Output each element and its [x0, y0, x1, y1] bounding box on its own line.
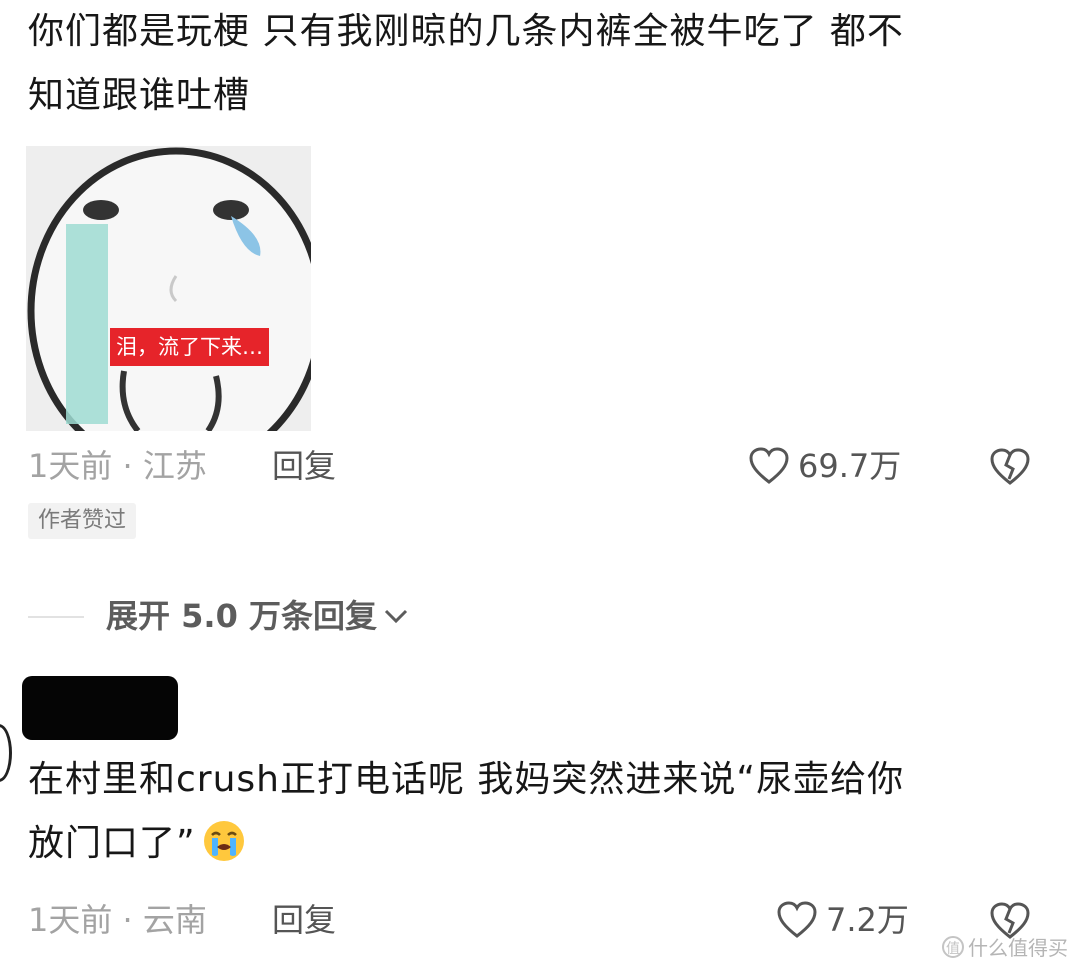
comment-1-like-button[interactable]: 69.7万: [748, 446, 901, 486]
expand-divider: [28, 616, 84, 618]
comment-2-like-count: 7.2万: [826, 901, 909, 939]
comment-2-line-2-text: 放门口了”: [28, 823, 196, 864]
comment-1-time-location: 1天前 · 江苏: [28, 447, 207, 485]
comment-1-like-count: 69.7万: [798, 447, 902, 485]
comment-1-dislike-button[interactable]: [988, 446, 1032, 490]
watermark: 值 什么值得买: [942, 932, 1068, 961]
watermark-logo-icon: 值: [942, 935, 964, 958]
crying-face-drawing: [26, 146, 311, 431]
chevron-down-icon: [384, 609, 408, 624]
heart-outline-icon: [777, 901, 817, 938]
comment-1-line-1: 你们都是玩梗 只有我刚晾的几条内裤全被牛吃了 都不: [28, 11, 904, 52]
expand-replies-button[interactable]: 展开 5.0 万条回复: [106, 596, 411, 636]
redacted-username: [22, 676, 178, 740]
comment-2-like-button[interactable]: 7.2万: [776, 900, 909, 940]
avatar-edge: [0, 724, 12, 782]
sticker-caption: 泪，流了下来…: [110, 328, 269, 366]
watermark-text: 什么值得买: [968, 936, 1068, 960]
comment-2-line-2: 放门口了”: [28, 812, 1038, 884]
comment-2-line-1: 在村里和crush正打电话呢 我妈突然进来说“尿壶给你: [28, 759, 905, 800]
expand-replies-label: 展开 5.0 万条回复: [106, 597, 377, 635]
loudly-crying-face-icon: [202, 819, 246, 884]
comment-1-line-2: 知道跟谁吐槽: [28, 75, 251, 116]
crying-face-sticker[interactable]: 泪，流了下来…: [26, 146, 311, 431]
author-liked-badge: 作者赞过: [28, 503, 137, 539]
comment-2-reply-button[interactable]: 回复: [272, 900, 336, 940]
comment-1-reply-button[interactable]: 回复: [272, 446, 336, 486]
comment-2-text: 在村里和crush正打电话呢 我妈突然进来说“尿壶给你 放门口了”: [28, 748, 1038, 884]
broken-heart-icon: [990, 448, 1030, 485]
comment-1-text: 你们都是玩梗 只有我刚晾的几条内裤全被牛吃了 都不 知道跟谁吐槽: [28, 0, 1038, 128]
heart-outline-icon: [749, 447, 789, 484]
comment-2-time-location: 1天前 · 云南: [28, 901, 207, 939]
